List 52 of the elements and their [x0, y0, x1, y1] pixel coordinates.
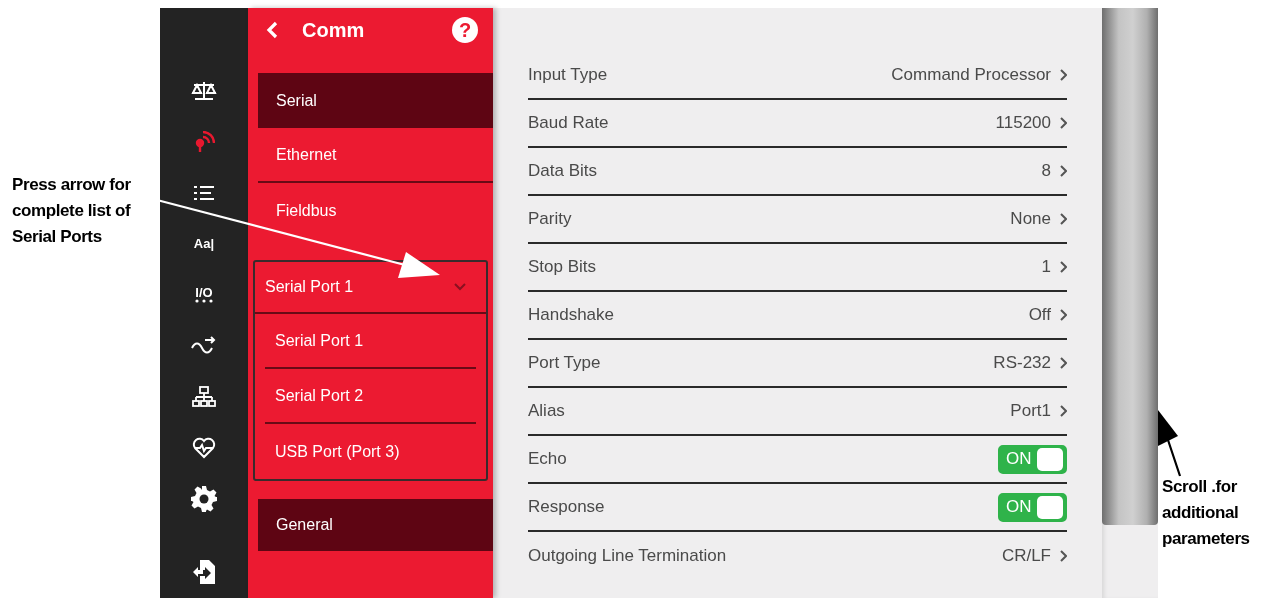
- setting-label: Response: [528, 497, 605, 517]
- callout-arrow: [1158, 410, 1182, 477]
- annotation-text: Scroll .for additional parameters: [1162, 476, 1251, 550]
- rail-list-icon[interactable]: [194, 184, 214, 201]
- chevron-right-icon: [1059, 165, 1067, 177]
- chevron-right-icon: [1059, 405, 1067, 417]
- setting-value-button[interactable]: CR/LF: [1001, 546, 1067, 566]
- dots-icon: [194, 298, 214, 303]
- rail-document-arrow-icon[interactable]: [192, 559, 216, 586]
- rail-text-button[interactable]: Aa|: [193, 236, 215, 252]
- menu-item[interactable]: Serial: [258, 73, 493, 128]
- setting-label: Parity: [528, 209, 572, 229]
- setting-label: Data Bits: [528, 161, 597, 181]
- setting-label: Port Type: [528, 353, 601, 373]
- setting-value-button[interactable]: 1: [1041, 257, 1067, 277]
- chevron-right-icon: [1059, 213, 1067, 225]
- setting-value-button[interactable]: RS-232: [993, 353, 1067, 373]
- annotation-text: Press arrow for complete list of Serial Ports: [12, 174, 132, 248]
- setting-value-button[interactable]: Command Processor: [891, 65, 1067, 85]
- rail-signal-icon[interactable]: [193, 130, 215, 153]
- chevron-right-icon: [1059, 117, 1067, 129]
- rail-heart-pulse-icon[interactable]: [192, 437, 216, 460]
- setting-value-button[interactable]: Off: [1028, 305, 1067, 325]
- panel-title: Comm: [302, 18, 366, 42]
- setting-label: Baud Rate: [528, 113, 609, 133]
- rail-settings-icon[interactable]: [190, 485, 218, 514]
- rail-network-icon[interactable]: [192, 386, 216, 409]
- chevron-right-icon: [1059, 550, 1067, 562]
- chevron-right-icon: [1059, 309, 1067, 321]
- setting-value-button[interactable]: Port1: [1010, 401, 1067, 421]
- setting-value-button[interactable]: 8: [1041, 161, 1067, 181]
- chevron-down-icon: [454, 283, 466, 291]
- rail-scale-icon[interactable]: [191, 79, 217, 102]
- setting-label: Echo: [528, 449, 567, 469]
- chevron-right-icon: [1059, 69, 1067, 81]
- rail-text-button[interactable]: I/O: [194, 286, 214, 303]
- setting-label: Handshake: [528, 305, 614, 325]
- setting-label: Stop Bits: [528, 257, 597, 277]
- menu-item[interactable]: General: [258, 499, 493, 551]
- setting-label: Outgoing Line Termination: [528, 546, 727, 566]
- chevron-right-icon: [1059, 357, 1067, 369]
- setting-value-button[interactable]: None: [1010, 209, 1067, 229]
- help-button[interactable]: ?: [452, 17, 478, 43]
- dropdown-option[interactable]: USB Port (Port 3): [265, 424, 476, 479]
- setting-label: Input Type: [528, 65, 608, 85]
- chevron-right-icon: [1059, 261, 1067, 273]
- setting-value-button[interactable]: 115200: [995, 113, 1067, 133]
- setting-label: Alias: [528, 401, 565, 421]
- dropdown-option[interactable]: Serial Port 1: [265, 314, 476, 369]
- back-icon[interactable]: [266, 21, 278, 39]
- menu-item[interactable]: Fieldbus: [258, 183, 493, 238]
- dropdown-option[interactable]: Serial Port 2: [265, 369, 476, 424]
